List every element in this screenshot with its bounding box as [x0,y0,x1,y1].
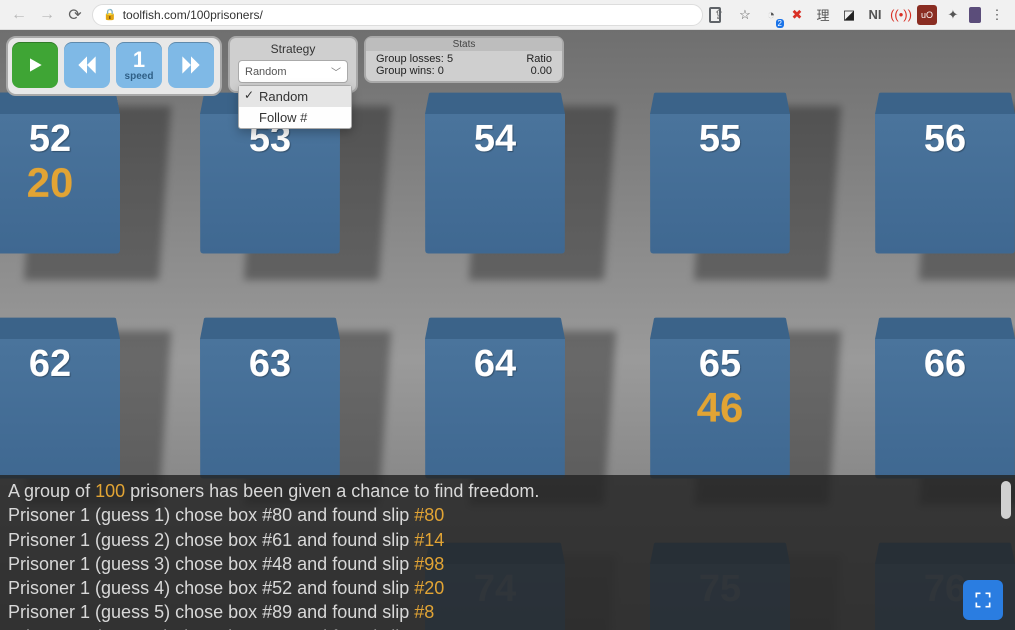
box-front: 56 [875,114,1015,254]
log-line: Prisoner 1 (guess 6) chose box #65 and f… [8,625,1007,630]
box-front: 66 [875,339,1015,479]
address-bar[interactable]: 🔒 toolfish.com/100prisoners/ [92,4,703,26]
browser-chrome: ← → ⟳ 🔒 toolfish.com/100prisoners/ ⇪ ☆ ◔… [0,0,1015,30]
box-lid [425,318,565,339]
stats-panel: Stats Group losses: 5 Ratio Group wins: … [364,36,564,83]
fullscreen-button[interactable] [963,580,1003,620]
stats-losses-value: 5 [447,53,453,65]
profile-icon[interactable] [969,7,981,23]
box-front: 54 [425,114,565,254]
log-line: Prisoner 1 (guess 2) chose box #61 and f… [8,528,1007,552]
panel-icon[interactable] [709,7,721,23]
chevron-down-icon: ﹀ [331,64,341,79]
box-66[interactable]: 66 [875,305,1015,479]
stats-losses-label: Group losses: [376,53,444,65]
strategy-title: Strategy [238,42,348,56]
speed-label: speed [125,71,154,82]
speed-value: 1 [133,49,145,71]
simulation-stage: 1 speed Strategy Random ﹀ Random Follow … [0,30,1015,630]
box-front: 63 [200,339,340,479]
ext-dark-icon[interactable]: ◪ [839,5,859,25]
log-line: Prisoner 1 (guess 1) chose box #80 and f… [8,503,1007,527]
ext-signal-icon[interactable]: ((•)) [891,5,911,25]
menu-dots-icon[interactable]: ⋮ [987,5,1007,25]
strategy-dropdown: Random Follow # [238,85,352,129]
strategy-option-follow[interactable]: Follow # [239,107,351,128]
ext-badge-icon[interactable]: ◔ [761,5,781,25]
box-number: 55 [699,118,741,161]
box-56[interactable]: 56 [875,80,1015,254]
box-number: 64 [474,343,516,386]
speed-button[interactable]: 1 speed [116,42,162,88]
box-slip: 46 [697,384,744,432]
fullscreen-icon [973,590,993,610]
stats-wins-label: Group wins: [376,65,435,77]
event-log: A group of 100 prisoners has been given … [0,475,1015,630]
box-front: 62 [0,339,120,479]
lock-icon: 🔒 [103,8,117,21]
box-slip: 20 [27,159,74,207]
chrome-actions: ⇪ ☆ ◔ ✖ 理 ◪ NI ((•)) uO ✦ ⋮ [709,5,1007,25]
box-lid [875,93,1015,114]
box-front: 55 [650,114,790,254]
log-scrollbar[interactable] [1001,481,1011,519]
box-front: 6546 [650,339,790,479]
box-lid [650,93,790,114]
forward-button[interactable] [168,42,214,88]
extensions-icon[interactable]: ✦ [943,5,963,25]
box-63[interactable]: 63 [200,305,360,479]
nav-back-icon[interactable]: ← [8,4,30,26]
box-number: 52 [29,118,71,161]
strategy-selected: Random [245,66,287,78]
play-button[interactable] [12,42,58,88]
box-64[interactable]: 64 [425,305,585,479]
log-line: Prisoner 1 (guess 3) chose box #48 and f… [8,552,1007,576]
box-62[interactable]: 62 [0,305,140,479]
box-lid [650,318,790,339]
box-front: 53 [200,114,340,254]
box-number: 62 [29,343,71,386]
box-65[interactable]: 6546 [650,305,810,479]
box-55[interactable]: 55 [650,80,810,254]
stats-header: Stats [366,38,562,51]
box-front: 64 [425,339,565,479]
box-52[interactable]: 5220 [0,80,140,254]
rewind-button[interactable] [64,42,110,88]
box-number: 66 [924,343,966,386]
ext-close-icon[interactable]: ✖ [787,5,807,25]
nav-fwd-icon[interactable]: → [36,4,58,26]
box-lid [875,318,1015,339]
strategy-select[interactable]: Random ﹀ [238,60,348,83]
url-text: toolfish.com/100prisoners/ [123,8,263,22]
log-intro: A group of 100 prisoners has been given … [8,479,1007,503]
ext-kanji-icon[interactable]: 理 [813,5,833,25]
stats-ratio-value: 0.00 [531,65,552,77]
log-line: Prisoner 1 (guess 5) chose box #89 and f… [8,600,1007,624]
box-lid [200,318,340,339]
control-panel: 1 speed Strategy Random ﹀ Random Follow … [6,36,564,96]
box-number: 65 [699,343,741,386]
box-number: 63 [249,343,291,386]
strategy-panel: Strategy Random ﹀ Random Follow # [228,36,358,93]
nav-reload-icon[interactable]: ⟳ [64,4,86,26]
ext-shield-icon[interactable]: uO [917,5,937,25]
box-number: 56 [924,118,966,161]
box-lid [0,318,120,339]
box-54[interactable]: 54 [425,80,585,254]
playback-controls: 1 speed [6,36,222,96]
box-number: 54 [474,118,516,161]
star-icon[interactable]: ☆ [735,5,755,25]
log-line: Prisoner 1 (guess 4) chose box #52 and f… [8,576,1007,600]
strategy-option-random[interactable]: Random [239,86,351,107]
stats-wins-value: 0 [438,65,444,77]
box-front: 5220 [0,114,120,254]
stats-ratio-label: Ratio [526,53,552,65]
ext-letters-icon[interactable]: NI [865,5,885,25]
